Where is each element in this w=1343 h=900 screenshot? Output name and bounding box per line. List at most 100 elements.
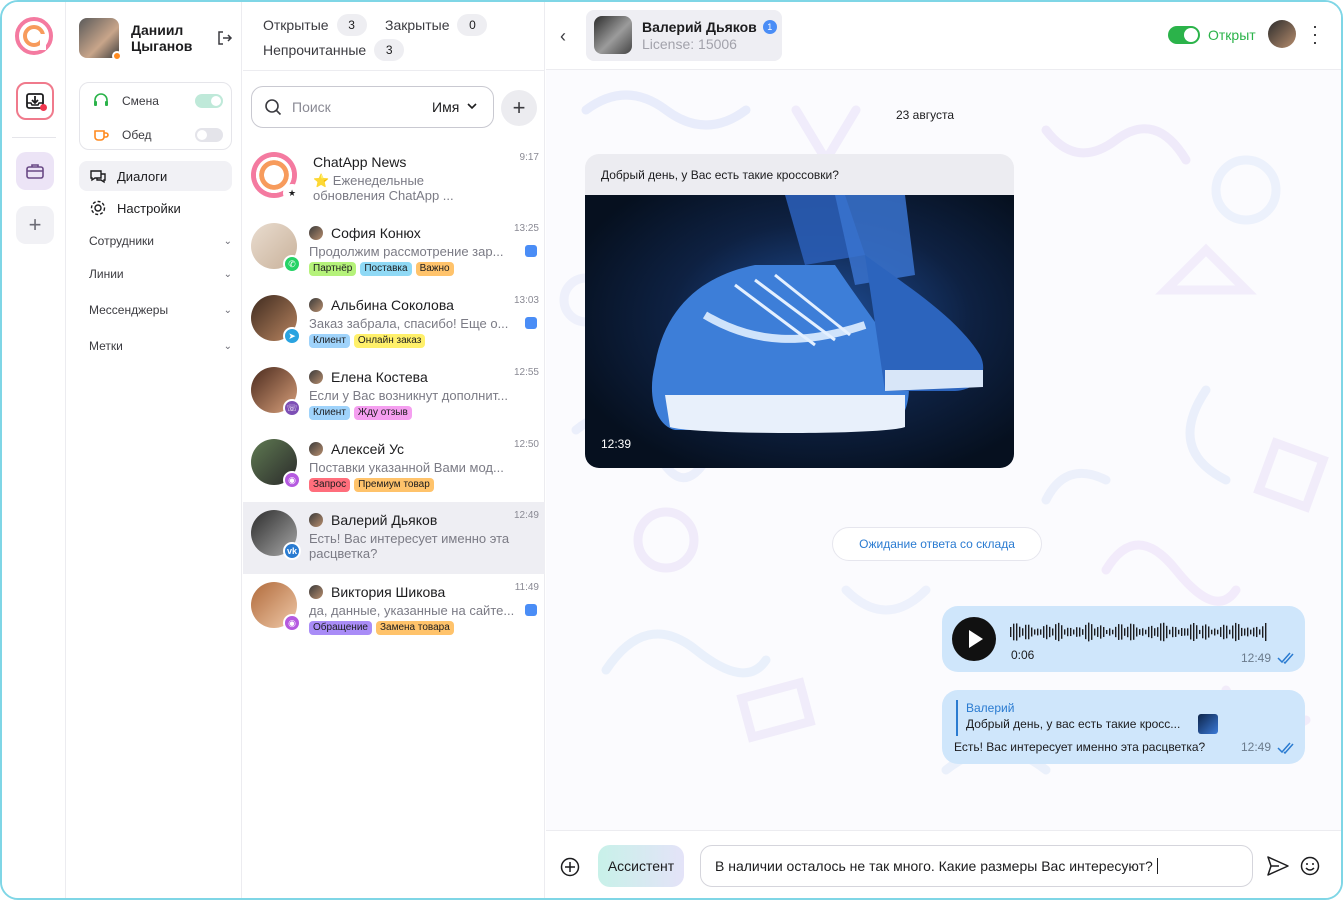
user-name: Даниил Цыганов <box>131 22 192 54</box>
tag-label: Клиент <box>309 406 350 420</box>
more-vertical-icon[interactable]: · · · <box>1312 17 1318 51</box>
menu-section-tags[interactable]: Метки ⌄ <box>89 336 232 356</box>
chat-list-item[interactable]: ★ ChatApp News 9:17 ⭐ Еженедельные обновлен… <box>243 144 545 216</box>
waveform-bar <box>1049 626 1051 638</box>
waveform-bar <box>1097 627 1099 637</box>
sort-select[interactable]: Имя <box>432 99 459 115</box>
waveform-bar <box>1034 629 1036 635</box>
waveform-bar <box>1250 629 1252 635</box>
workspace-button[interactable] <box>16 152 54 190</box>
waveform-bar <box>1061 625 1063 639</box>
chat-list-item[interactable]: ✆ София Конюх 13:25 Продолжим рассмотрение … <box>243 215 545 287</box>
license-label: License: 15006 <box>642 36 737 52</box>
waveform-bar <box>1208 626 1210 638</box>
sneaker-photo[interactable] <box>585 195 1014 468</box>
shift-toggle[interactable] <box>195 94 223 108</box>
waveform-bar <box>1178 629 1180 635</box>
send-icon[interactable] <box>1266 855 1290 877</box>
waveform-bar <box>1145 629 1147 635</box>
waveform-bar <box>1070 627 1072 637</box>
waveform-bar <box>1088 622 1090 642</box>
new-chat-button[interactable]: + <box>501 90 537 126</box>
chevron-down-icon[interactable] <box>466 100 478 112</box>
chevron-left-icon[interactable]: ‹ <box>560 26 566 47</box>
quoted-message[interactable]: Валерий Добрый день, у вас есть такие кр… <box>956 700 1226 736</box>
tag-label: Обращение <box>309 621 372 635</box>
contact-name: Валерий Дьяков 1 <box>642 19 777 35</box>
search-input[interactable] <box>292 99 412 115</box>
chat-list-item[interactable]: ◉ Виктория Шикова 11:49 да, данные, указанн… <box>243 574 545 646</box>
chat-preview: Заказ забрала, спасибо! Еще о... <box>309 316 509 331</box>
assistant-button[interactable]: Ассистент <box>598 845 684 887</box>
play-button[interactable] <box>952 617 996 661</box>
menu-section-employees[interactable]: Сотрудники ⌄ <box>89 231 232 251</box>
chat-name: Альбина Соколова <box>309 297 454 313</box>
app-rail: + <box>2 2 66 898</box>
double-check-icon <box>1277 742 1294 754</box>
waveform-bar <box>1091 624 1093 640</box>
operator-avatar[interactable] <box>1268 20 1296 48</box>
logout-icon[interactable] <box>217 30 233 46</box>
tag-label: Поставка <box>360 262 412 276</box>
waveform-bar <box>1103 626 1105 638</box>
search-box: Имя <box>251 86 494 128</box>
chat-time: 9:17 <box>519 152 539 163</box>
filter-closed[interactable]: Закрытые 0 <box>385 14 488 36</box>
side-menu: Даниил Цыганов Смена Обед Диалоги Настро… <box>67 2 242 898</box>
incoming-message[interactable]: Добрый день, у Вас есть такие кроссовки?… <box>585 154 1014 468</box>
search-icon <box>265 99 282 116</box>
chat-list-item[interactable]: vk Валерий Дьяков 12:49 Есть! Вас интересуе… <box>243 502 545 574</box>
emoji-icon[interactable] <box>1300 856 1320 876</box>
attach-plus-icon[interactable] <box>560 857 580 877</box>
message-time: 12:49 <box>1241 740 1272 754</box>
outgoing-voice-message: 0:06 12:49 <box>942 606 1305 672</box>
waveform-bar <box>1226 625 1228 639</box>
chat-list-item[interactable]: ☏ Елена Костева 12:55 Если у Вас возникнут … <box>243 359 545 431</box>
waveform-bar <box>1181 627 1183 637</box>
chat-preview: ⭐ Еженедельные обновления ChatApp ... <box>313 173 454 203</box>
user-profile[interactable]: Даниил Цыганов <box>79 18 192 61</box>
avatar <box>79 18 122 61</box>
waveform-bar <box>1142 628 1144 636</box>
message-input[interactable]: В наличии осталось не так много. Какие р… <box>700 845 1253 887</box>
chat-preview: Продолжим рассмотрение зар... <box>309 244 504 259</box>
waveform-bar <box>1025 624 1027 640</box>
status-toggle[interactable] <box>1168 26 1200 44</box>
shift-toggle-row[interactable]: Смена <box>90 91 223 111</box>
chat-preview: Если у Вас возникнут дополнит... <box>309 388 508 403</box>
chat-preview: да, данные, указанные на сайте... <box>309 603 515 618</box>
chat-list-item[interactable]: ➤ Альбина Соколова 13:03 Заказ забрала, спа… <box>243 287 545 359</box>
filter-unread[interactable]: Непрочитанные 3 <box>263 39 405 61</box>
chat-name-text: ChatApp News <box>313 154 407 170</box>
menu-item-settings[interactable]: Настройки <box>79 193 232 223</box>
waveform-bar <box>1133 624 1135 640</box>
voice-waveform[interactable] <box>1010 620 1272 644</box>
menu-section-messengers[interactable]: Мессенджеры ⌄ <box>89 300 232 320</box>
waveform-bar <box>1115 626 1117 638</box>
waveform-bar <box>1202 625 1204 639</box>
gear-icon <box>89 199 107 217</box>
menu-item-dialogs[interactable]: Диалоги <box>79 161 232 191</box>
user-last-name: Цыганов <box>131 38 193 54</box>
chat-preview: Есть! Вас интересует именно эта расцветк… <box>309 531 510 561</box>
viber-icon: ☏ <box>283 399 301 417</box>
status-dot <box>112 51 122 61</box>
waveform-bar <box>1109 628 1111 636</box>
filter-open[interactable]: Открытые 3 <box>263 14 367 36</box>
inbox-button[interactable] <box>16 82 54 120</box>
chat-name: Валерий Дьяков <box>309 512 437 528</box>
menu-section-lines[interactable]: Линии ⌄ <box>89 264 232 284</box>
tag-label: Важно <box>415 262 454 276</box>
waveform-bar <box>1172 626 1174 638</box>
chat-name-text: Альбина Соколова <box>331 297 454 313</box>
chevron-down-icon: ⌄ <box>223 304 232 316</box>
waveform-bar <box>1190 624 1192 640</box>
lunch-toggle[interactable] <box>195 128 223 142</box>
waveform-bar <box>1166 625 1168 639</box>
chat-name: София Конюх <box>309 225 421 241</box>
chat-list-item[interactable]: ◉ Алексей Ус 12:50 Поставки указанной Вами … <box>243 431 545 503</box>
add-workspace-button[interactable]: + <box>16 206 54 244</box>
lunch-toggle-row[interactable]: Обед <box>90 125 223 145</box>
waveform-bar <box>1211 629 1213 635</box>
contact-card[interactable]: Валерий Дьяков 1 License: 15006 <box>586 10 782 61</box>
